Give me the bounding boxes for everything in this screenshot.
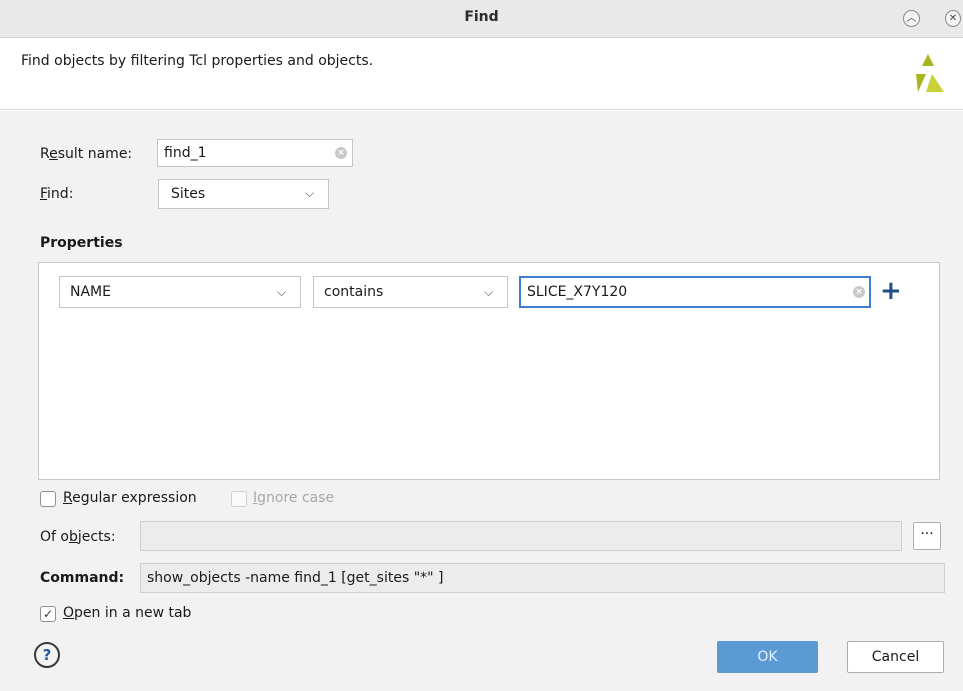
clear-icon[interactable]: × [335, 147, 347, 159]
property-value-input[interactable]: SLICE_X7Y120 [519, 276, 871, 308]
regular-expression-label[interactable]: Regular expression [63, 490, 197, 506]
dialog-header [0, 38, 963, 110]
command-label: Command: [40, 570, 125, 586]
dialog-description: Find objects by filtering Tcl properties… [21, 53, 374, 69]
ellipsis-icon: ··· [920, 526, 934, 542]
ignore-case-label: Ignore case [253, 490, 335, 506]
open-in-new-tab-label[interactable]: Open in a new tab [63, 605, 191, 621]
chevron-down-icon: ⌵ [277, 285, 287, 299]
cancel-button[interactable]: Cancel [847, 641, 944, 673]
find-type-select[interactable]: Sites [158, 179, 329, 209]
property-select[interactable]: NAME [59, 276, 301, 308]
find-label: Find: [40, 186, 74, 202]
chevron-down-icon: ⌵ [484, 285, 494, 299]
operator-select[interactable]: contains [313, 276, 508, 308]
help-button[interactable]: ? [34, 642, 60, 668]
open-in-new-tab-checkbox[interactable]: ✓ [40, 606, 56, 622]
of-objects-label: Of objects: [40, 529, 116, 545]
clear-icon[interactable]: × [853, 286, 865, 298]
chevron-up-icon: ︿ [906, 13, 917, 24]
result-name-input[interactable]: find_1 [157, 139, 353, 167]
chevron-down-icon: ⌵ [305, 186, 315, 200]
minimize-button[interactable]: ︿ [903, 10, 920, 27]
add-property-button[interactable]: + [880, 277, 902, 305]
properties-heading: Properties [40, 235, 123, 251]
plus-icon: + [880, 276, 902, 306]
command-preview: show_objects -name find_1 [get_sites "*"… [140, 563, 945, 593]
ignore-case-checkbox [231, 491, 247, 507]
close-button[interactable]: ✕ [945, 10, 961, 27]
window-title: Find [464, 9, 499, 25]
help-icon: ? [42, 646, 52, 664]
ok-button[interactable]: OK [717, 641, 818, 673]
regular-expression-checkbox[interactable] [40, 491, 56, 507]
browse-objects-button[interactable]: ··· [913, 522, 941, 550]
vivado-logo [916, 54, 944, 92]
close-icon: ✕ [948, 13, 958, 24]
result-name-label: Result name: [40, 146, 133, 162]
of-objects-input[interactable] [140, 521, 902, 551]
